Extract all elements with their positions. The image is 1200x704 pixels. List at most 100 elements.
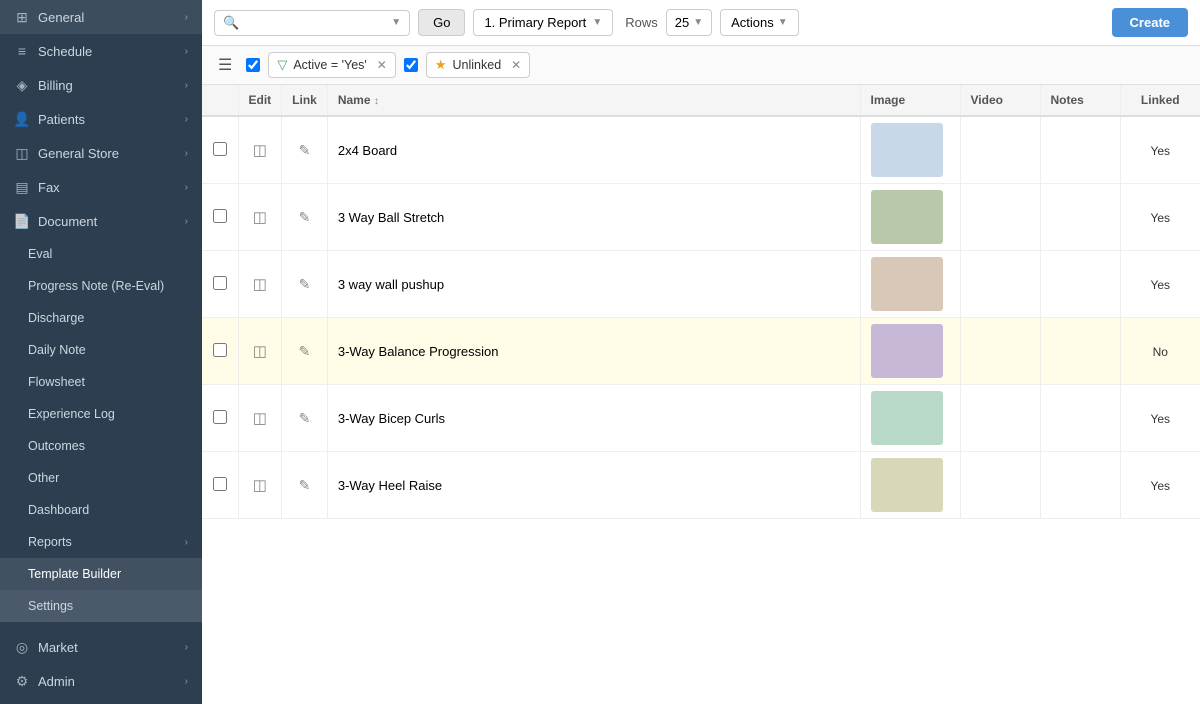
search-wrap: 🔍 ▼ — [214, 10, 410, 36]
link-cell: ✎ — [282, 116, 328, 184]
sidebar-item-schedule[interactable]: ≡ Schedule › — [0, 34, 202, 68]
exercise-image — [871, 458, 943, 512]
name-cell: 3-Way Heel Raise — [327, 452, 860, 519]
patients-icon: 👤 — [14, 111, 30, 127]
sidebar: ⊞ General › ≡ Schedule › ◈ Billing › 👤 P… — [0, 0, 202, 704]
image-cell — [860, 452, 960, 519]
col-header-name[interactable]: Name ↕ — [327, 85, 860, 116]
edit-icon[interactable]: ✎ — [299, 209, 311, 225]
actions-chevron: ▼ — [778, 17, 788, 28]
filter1-checkbox[interactable] — [246, 58, 260, 72]
main-content: 🔍 ▼ Go 1. Primary Report ▼ Rows 25 ▼ Act… — [202, 0, 1200, 704]
actions-label: Actions — [731, 15, 774, 30]
filter1-close[interactable]: ✕ — [377, 58, 387, 72]
sidebar-item-reports-sub[interactable]: Reports › — [0, 526, 202, 558]
sidebar-item-reports-main[interactable]: 📊 Reports › — [0, 698, 202, 704]
sidebar-item-template-builder[interactable]: Template Builder — [0, 558, 202, 590]
table-header-row: Edit Link Name ↕ Image Video Notes Linke… — [202, 85, 1200, 116]
sidebar-label-progress-note: Progress Note (Re-Eval) — [28, 279, 164, 293]
exercise-image — [871, 324, 943, 378]
table-row: ◫✎3-Way Heel RaiseYes — [202, 452, 1200, 519]
create-button[interactable]: Create — [1112, 8, 1188, 37]
filterbar: ☰ ▽ Active = 'Yes' ✕ ★ Unlinked ✕ — [202, 46, 1200, 85]
row-checkbox[interactable] — [213, 209, 227, 223]
video-cell — [960, 318, 1040, 385]
link-cell: ✎ — [282, 318, 328, 385]
sidebar-item-admin[interactable]: ⚙ Admin › — [0, 664, 202, 698]
sidebar-item-eval[interactable]: Eval — [0, 238, 202, 270]
row-checkbox[interactable] — [213, 343, 227, 357]
sidebar-item-fax[interactable]: ▤ Fax › — [0, 170, 202, 204]
edit-icon[interactable]: ✎ — [299, 477, 311, 493]
sidebar-item-other[interactable]: Other — [0, 462, 202, 494]
sidebar-item-billing[interactable]: ◈ Billing › — [0, 68, 202, 102]
sidebar-item-experience-log[interactable]: Experience Log — [0, 398, 202, 430]
search-input[interactable] — [245, 15, 385, 30]
filter1-text: Active = 'Yes' — [293, 58, 366, 72]
row-checkbox[interactable] — [213, 477, 227, 491]
sidebar-item-daily-note[interactable]: Daily Note — [0, 334, 202, 366]
go-button[interactable]: Go — [418, 9, 465, 36]
sidebar-label-reports-sub: Reports — [28, 535, 72, 549]
filter2-chip: ★ Unlinked ✕ — [426, 52, 530, 78]
chevron-billing: › — [185, 80, 188, 91]
market-icon: ◎ — [14, 639, 30, 655]
view-icon[interactable]: ◫ — [253, 477, 267, 494]
chevron-general-store: › — [185, 148, 188, 159]
linked-value: Yes — [1150, 211, 1170, 225]
row-checkbox[interactable] — [213, 410, 227, 424]
view-icon[interactable]: ◫ — [253, 209, 267, 226]
sidebar-item-dashboard[interactable]: Dashboard — [0, 494, 202, 526]
notes-cell — [1040, 385, 1120, 452]
name-cell: 3 Way Ball Stretch — [327, 184, 860, 251]
sidebar-item-flowsheet[interactable]: Flowsheet — [0, 366, 202, 398]
filter-sort-button[interactable]: ☰ — [212, 53, 238, 77]
link-cell: ✎ — [282, 452, 328, 519]
exercise-image — [871, 190, 943, 244]
filter2-close[interactable]: ✕ — [511, 58, 521, 72]
col-header-video: Video — [960, 85, 1040, 116]
col-header-edit: Edit — [238, 85, 282, 116]
sidebar-item-general[interactable]: ⊞ General › — [0, 0, 202, 34]
video-cell — [960, 385, 1040, 452]
edit-cell: ◫ — [238, 184, 282, 251]
sidebar-item-document[interactable]: 📄 Document › — [0, 204, 202, 238]
sidebar-item-discharge[interactable]: Discharge — [0, 302, 202, 334]
edit-cell: ◫ — [238, 452, 282, 519]
sidebar-item-market[interactable]: ◎ Market › — [0, 630, 202, 664]
row-checkbox[interactable] — [213, 276, 227, 290]
view-icon[interactable]: ◫ — [253, 343, 267, 360]
name-cell: 3-Way Balance Progression — [327, 318, 860, 385]
report-selector[interactable]: 1. Primary Report ▼ — [473, 9, 613, 36]
name-cell: 2x4 Board — [327, 116, 860, 184]
actions-button[interactable]: Actions ▼ — [720, 9, 799, 36]
sidebar-item-progress-note[interactable]: Progress Note (Re-Eval) — [0, 270, 202, 302]
col-header-check — [202, 85, 238, 116]
image-cell — [860, 251, 960, 318]
edit-icon[interactable]: ✎ — [299, 276, 311, 292]
sidebar-item-settings[interactable]: Settings — [0, 590, 202, 622]
view-icon[interactable]: ◫ — [253, 276, 267, 293]
admin-icon: ⚙ — [14, 673, 30, 689]
linked-cell: Yes — [1120, 116, 1200, 184]
view-icon[interactable]: ◫ — [253, 410, 267, 427]
col-header-link: Link — [282, 85, 328, 116]
rows-selector[interactable]: 25 ▼ — [666, 9, 712, 36]
chevron-schedule: › — [185, 46, 188, 57]
exercise-image — [871, 391, 943, 445]
edit-cell: ◫ — [238, 116, 282, 184]
sidebar-label-market: Market — [38, 640, 78, 655]
name-cell: 3-Way Bicep Curls — [327, 385, 860, 452]
image-cell — [860, 318, 960, 385]
edit-icon[interactable]: ✎ — [299, 410, 311, 426]
row-checkbox[interactable] — [213, 142, 227, 156]
view-icon[interactable]: ◫ — [253, 142, 267, 159]
sidebar-label-document: Document — [38, 214, 97, 229]
rows-value: 25 — [675, 15, 689, 30]
sidebar-item-general-store[interactable]: ◫ General Store › — [0, 136, 202, 170]
filter2-checkbox[interactable] — [404, 58, 418, 72]
sidebar-item-outcomes[interactable]: Outcomes — [0, 430, 202, 462]
edit-icon[interactable]: ✎ — [299, 142, 311, 158]
edit-icon[interactable]: ✎ — [299, 343, 311, 359]
sidebar-item-patients[interactable]: 👤 Patients › — [0, 102, 202, 136]
